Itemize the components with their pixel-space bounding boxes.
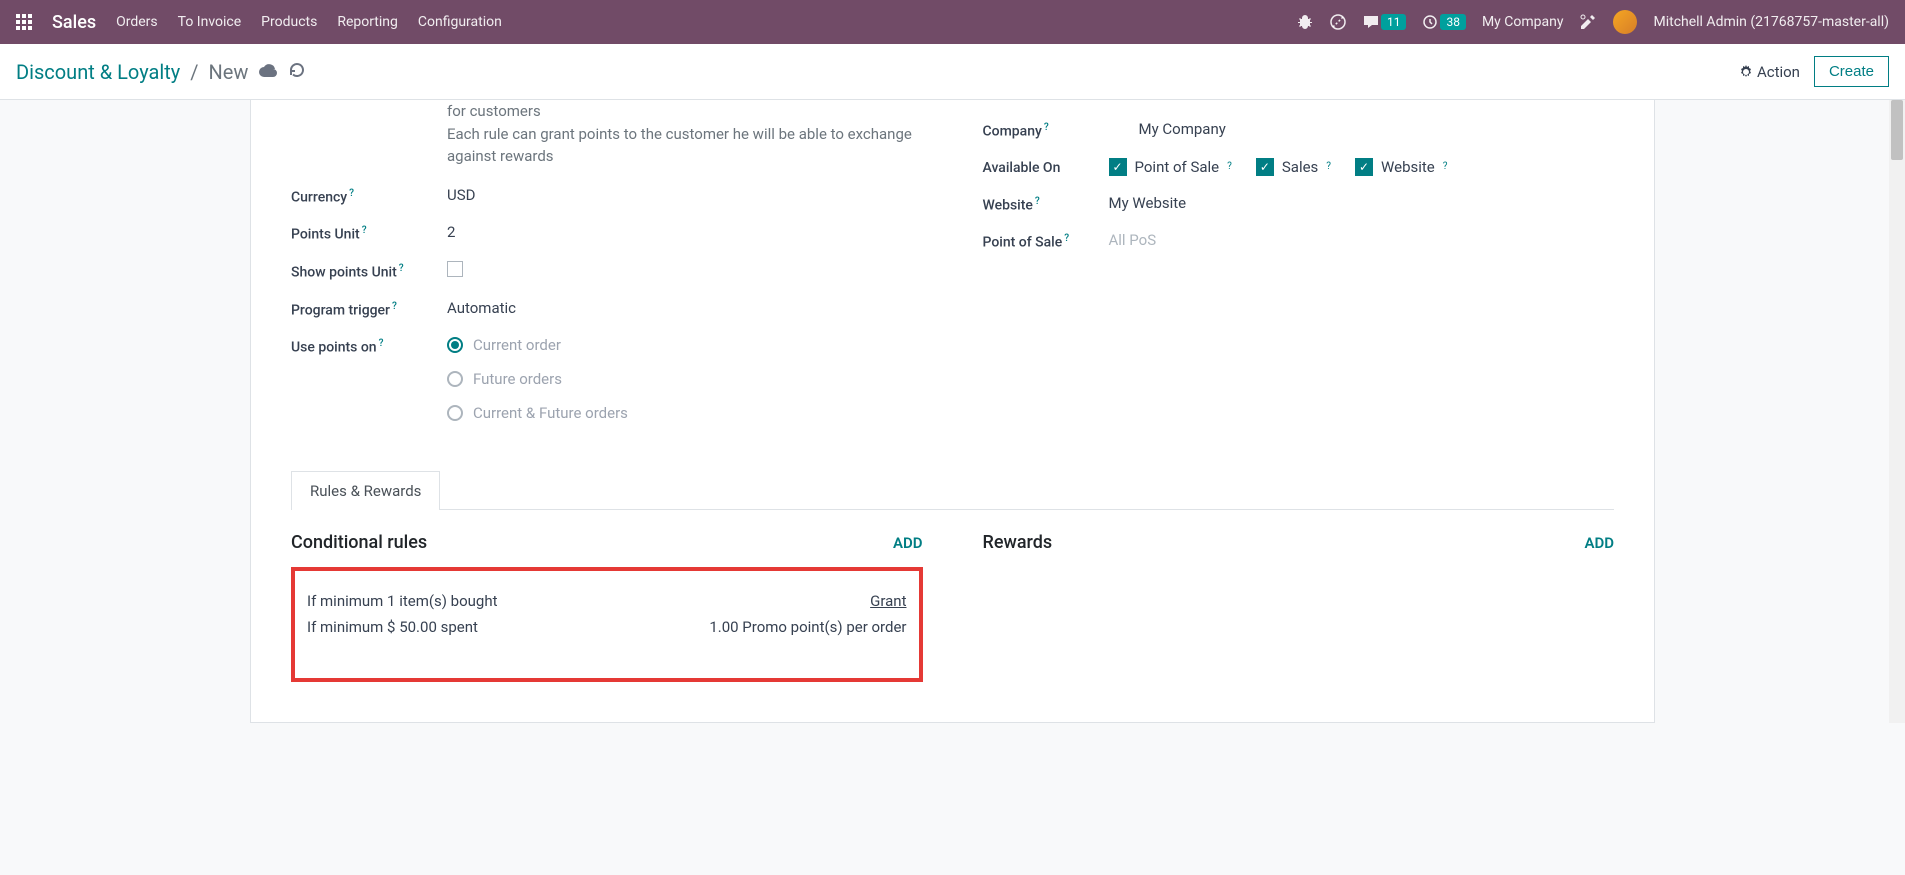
user-avatar[interactable] — [1613, 10, 1637, 34]
form-view: for customers Each rule can grant points… — [250, 100, 1655, 723]
activities-badge: 38 — [1440, 14, 1466, 30]
breadcrumb: Discount & Loyalty / New — [16, 59, 306, 84]
app-name[interactable]: Sales — [52, 12, 96, 33]
apps-icon[interactable] — [16, 14, 32, 30]
form-left-column: for customers Each rule can grant points… — [291, 100, 923, 440]
help-icon[interactable]: ? — [1443, 161, 1448, 172]
nav-reporting[interactable]: Reporting — [337, 14, 398, 30]
available-sales-label: Sales — [1282, 158, 1318, 176]
help-icon[interactable]: ? — [399, 263, 404, 274]
nav-orders[interactable]: Orders — [116, 14, 158, 30]
radio-current-order[interactable]: Current order — [447, 336, 923, 354]
nav-to-invoice[interactable]: To Invoice — [178, 14, 242, 30]
radio-icon — [447, 371, 463, 387]
radio-label: Current & Future orders — [473, 404, 628, 422]
nav-products[interactable]: Products — [261, 14, 317, 30]
help-text-1: for customers — [447, 100, 923, 123]
help-icon[interactable]: ? — [1227, 161, 1232, 172]
radio-future-orders[interactable]: Future orders — [447, 370, 923, 388]
breadcrumb-parent[interactable]: Discount & Loyalty — [16, 60, 180, 84]
navbar-left: Sales Orders To Invoice Products Reporti… — [16, 12, 502, 33]
action-dropdown[interactable]: Action — [1739, 63, 1800, 81]
use-points-on-label: Use points on — [291, 340, 377, 356]
breadcrumb-actions: Action Create — [1739, 56, 1889, 87]
help-icon[interactable]: ? — [349, 188, 354, 199]
currency-value[interactable]: USD — [447, 186, 923, 204]
rule-grant-label: Grant — [709, 589, 906, 615]
currency-label: Currency — [291, 189, 347, 205]
rule-card[interactable]: If minimum 1 item(s) bought If minimum $… — [291, 567, 923, 682]
form-right-column: Company? My Company Available On ✓ Point… — [983, 100, 1615, 440]
user-name[interactable]: Mitchell Admin (21768757-master-all) — [1653, 14, 1889, 30]
radio-label: Current order — [473, 336, 561, 354]
conditional-rules-title: Conditional rules — [291, 532, 427, 553]
available-website-label: Website — [1381, 158, 1435, 176]
help-icon[interactable]: ? — [1326, 161, 1331, 172]
available-on-label: Available On — [983, 160, 1061, 176]
radio-label: Future orders — [473, 370, 562, 388]
radio-current-future-orders[interactable]: Current & Future orders — [447, 404, 923, 422]
help-icon[interactable]: ? — [379, 338, 384, 349]
help-icon[interactable]: ? — [1035, 196, 1040, 207]
points-unit-label: Points Unit — [291, 227, 360, 243]
help-icon[interactable]: ? — [1044, 122, 1049, 133]
company-switcher[interactable]: My Company — [1482, 14, 1564, 30]
action-label: Action — [1757, 63, 1800, 81]
radio-icon — [447, 337, 463, 353]
available-sales-checkbox[interactable]: ✓ — [1256, 158, 1274, 176]
available-website-checkbox[interactable]: ✓ — [1355, 158, 1373, 176]
rule-grant-value: 1.00 Promo point(s) per order — [709, 615, 906, 641]
program-trigger-label: Program trigger — [291, 302, 390, 318]
add-rule-button[interactable]: ADD — [893, 534, 923, 552]
scrollbar-thumb[interactable] — [1891, 100, 1903, 160]
program-trigger-value[interactable]: Automatic — [447, 299, 923, 317]
tabs: Rules & Rewards — [291, 470, 1614, 510]
navbar-right: 11 38 My Company Mitchell Admin (2176875… — [1297, 10, 1889, 34]
nav-configuration[interactable]: Configuration — [418, 14, 502, 30]
discard-icon[interactable] — [288, 60, 306, 84]
messages-badge: 11 — [1381, 14, 1407, 30]
website-value[interactable]: My Website — [1109, 194, 1615, 212]
tools-icon[interactable] — [1579, 13, 1597, 31]
conditional-rules-section: Conditional rules ADD If minimum 1 item(… — [291, 532, 923, 682]
rule-condition-2: If minimum $ 50.00 spent — [307, 615, 498, 641]
add-reward-button[interactable]: ADD — [1584, 534, 1614, 552]
support-icon[interactable] — [1329, 13, 1347, 31]
show-points-unit-label: Show points Unit — [291, 264, 397, 280]
use-points-on-radio-group: Current order Future orders Current & Fu… — [447, 336, 923, 422]
rule-condition-1: If minimum 1 item(s) bought — [307, 589, 498, 615]
points-unit-value[interactable]: 2 — [447, 223, 923, 241]
help-icon[interactable]: ? — [1064, 233, 1069, 244]
company-label: Company — [983, 124, 1042, 140]
pos-label: Point of Sale — [983, 235, 1063, 251]
help-icon[interactable]: ? — [362, 225, 367, 236]
rewards-section: Rewards ADD — [983, 532, 1615, 682]
tab-rules-rewards[interactable]: Rules & Rewards — [291, 471, 440, 510]
gear-icon — [1739, 65, 1753, 79]
scrollbar[interactable] — [1889, 100, 1905, 723]
bug-icon[interactable] — [1297, 14, 1313, 30]
company-value[interactable]: My Company — [1139, 120, 1615, 138]
activities-icon[interactable]: 38 — [1422, 14, 1466, 30]
breadcrumb-separator: / — [190, 60, 198, 84]
pos-value[interactable]: All PoS — [1109, 231, 1615, 249]
create-button[interactable]: Create — [1814, 56, 1889, 87]
breadcrumb-bar: Discount & Loyalty / New Action Create — [0, 44, 1905, 100]
website-label: Website — [983, 197, 1033, 213]
show-points-unit-checkbox[interactable] — [447, 261, 463, 277]
messages-icon[interactable]: 11 — [1363, 14, 1407, 30]
help-text-2: Each rule can grant points to the custom… — [447, 123, 923, 168]
rewards-title: Rewards — [983, 532, 1053, 553]
cloud-save-icon[interactable] — [258, 59, 278, 84]
available-pos-checkbox[interactable]: ✓ — [1109, 158, 1127, 176]
help-icon[interactable]: ? — [392, 301, 397, 312]
radio-icon — [447, 405, 463, 421]
available-pos-label: Point of Sale — [1135, 158, 1220, 176]
breadcrumb-current: New — [209, 60, 249, 84]
top-navbar: Sales Orders To Invoice Products Reporti… — [0, 0, 1905, 44]
